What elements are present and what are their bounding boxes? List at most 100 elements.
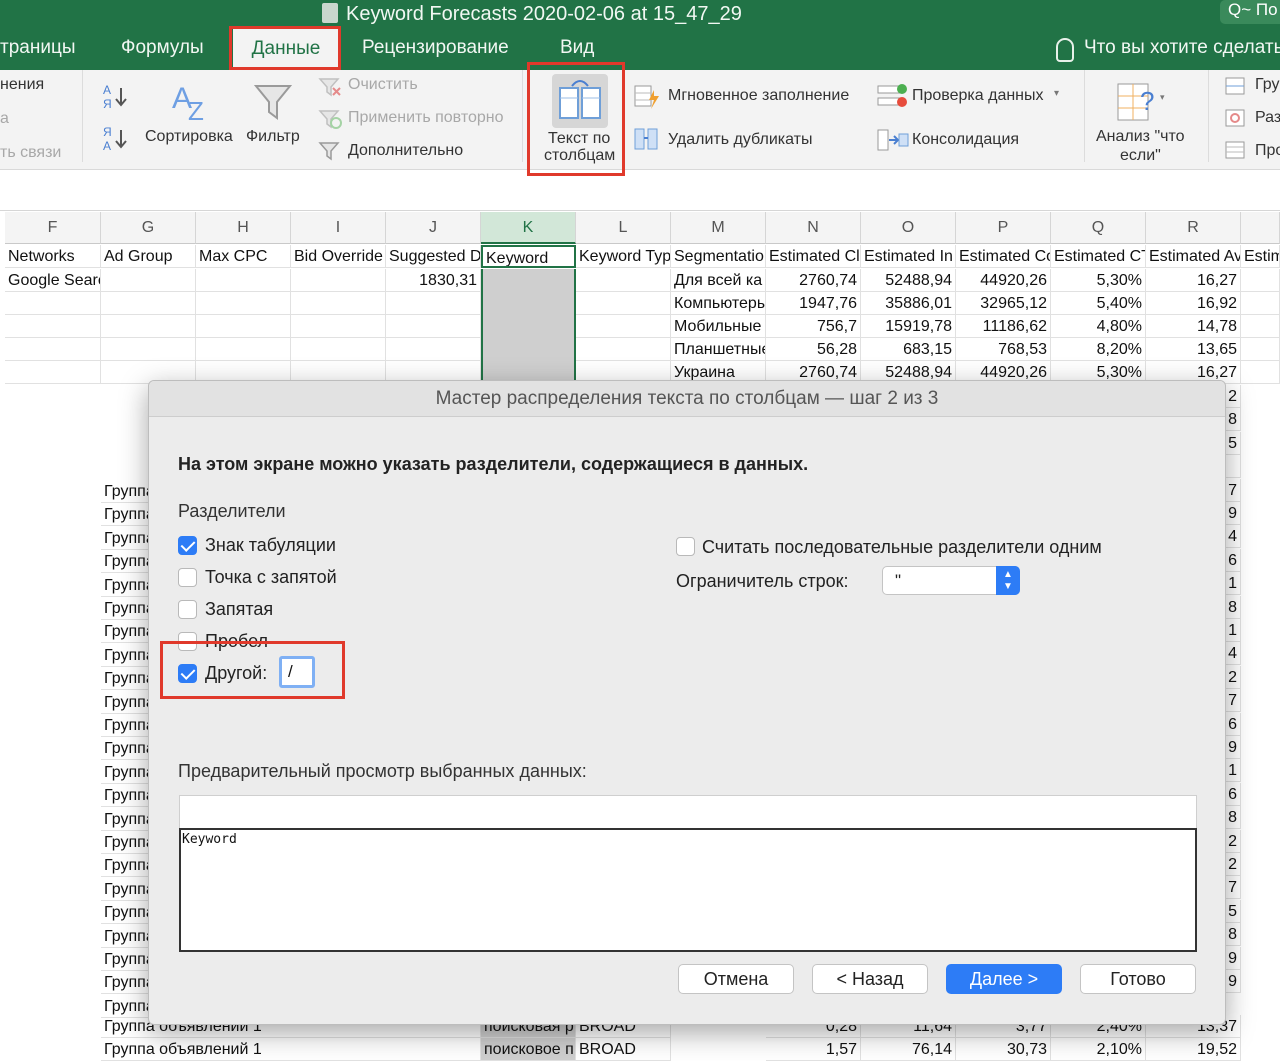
table-header-cell[interactable]: Keyword Typ xyxy=(576,245,671,268)
column-header[interactable]: R xyxy=(1146,212,1241,244)
sort-button[interactable]: Сортировка xyxy=(145,128,233,146)
text-qualifier-select[interactable]: " ▲ ▼ xyxy=(882,566,1020,595)
comma-delimiter-label[interactable]: Запятая xyxy=(205,599,273,620)
table-cell[interactable]: 16,27 xyxy=(1146,269,1241,292)
advanced-button[interactable]: Дополнительно xyxy=(348,142,463,160)
tab-formulas[interactable]: Формулы xyxy=(121,37,204,59)
what-if-analysis-icon[interactable]: ? ▾ xyxy=(1116,80,1166,126)
table-cell[interactable]: 756,7 xyxy=(766,315,861,338)
table-cell[interactable]: 768,53 xyxy=(956,338,1051,361)
table-cell[interactable] xyxy=(576,292,671,315)
table-cell[interactable]: Мобильные xyxy=(671,315,766,338)
ribbon-partial-label[interactable]: нения xyxy=(0,76,44,94)
column-header[interactable]: K xyxy=(481,212,576,244)
table-cell[interactable]: 683,15 xyxy=(861,338,956,361)
table-cell[interactable]: 52488,94 xyxy=(861,269,956,292)
table-cell[interactable]: 76,14 xyxy=(861,1038,956,1061)
column-header[interactable]: Q xyxy=(1051,212,1146,244)
column-header[interactable]: M xyxy=(671,212,766,244)
column-header[interactable]: P xyxy=(956,212,1051,244)
table-cell[interactable]: 14,78 xyxy=(1146,315,1241,338)
table-cell[interactable]: 32965,12 xyxy=(956,292,1051,315)
next-button[interactable]: Далее > xyxy=(946,964,1062,994)
table-header-cell[interactable]: Estimated CT xyxy=(1051,245,1146,268)
table-cell[interactable] xyxy=(5,338,101,361)
table-header-cell[interactable]: Suggested D xyxy=(386,245,481,268)
table-cell[interactable] xyxy=(1241,292,1280,315)
table-cell[interactable] xyxy=(291,315,386,338)
column-header[interactable]: F xyxy=(5,212,101,244)
table-header-cell[interactable]: Estimated In xyxy=(861,245,956,268)
table-cell[interactable] xyxy=(1241,338,1280,361)
column-header[interactable]: L xyxy=(576,212,671,244)
table-cell[interactable]: 8,20% xyxy=(1051,338,1146,361)
table-cell[interactable]: 4,80% xyxy=(1051,315,1146,338)
column-header[interactable]: O xyxy=(861,212,956,244)
table-cell[interactable] xyxy=(196,269,291,292)
tab-delimiter-checkbox[interactable] xyxy=(178,536,197,555)
table-cell[interactable] xyxy=(576,338,671,361)
table-cell[interactable]: 1,57 xyxy=(766,1038,861,1061)
filter-funnel-icon[interactable] xyxy=(253,82,293,122)
table-cell[interactable] xyxy=(576,269,671,292)
reapply-button[interactable]: Применить повторно xyxy=(348,109,504,127)
table-cell[interactable]: Для всей ка xyxy=(671,269,766,292)
table-cell[interactable]: 11186,62 xyxy=(956,315,1051,338)
table-cell[interactable] xyxy=(1241,269,1280,292)
subtotal-button[interactable]: Про xyxy=(1255,142,1280,160)
select-stepper-icon[interactable]: ▲ ▼ xyxy=(996,566,1020,595)
treat-consecutive-checkbox[interactable] xyxy=(676,537,695,556)
table-cell[interactable] xyxy=(101,269,196,292)
semicolon-delimiter-checkbox[interactable] xyxy=(178,568,197,587)
tab-delimiter-label[interactable]: Знак табуляции xyxy=(205,535,336,556)
clear-button[interactable]: Очистить xyxy=(348,76,418,94)
table-cell[interactable]: 5,40% xyxy=(1051,292,1146,315)
table-cell[interactable]: поисковое п xyxy=(481,1038,576,1061)
cancel-button[interactable]: Отмена xyxy=(678,964,794,994)
table-cell[interactable] xyxy=(101,315,196,338)
what-if-label-2[interactable]: если" xyxy=(1120,147,1161,165)
table-cell[interactable] xyxy=(291,292,386,315)
table-cell[interactable]: 1947,76 xyxy=(766,292,861,315)
table-cell[interactable] xyxy=(196,315,291,338)
ribbon-partial-label[interactable]: ть связи xyxy=(0,144,61,162)
flash-fill-button[interactable]: Мгновенное заполнение xyxy=(668,87,849,105)
filter-button[interactable]: Фильтр xyxy=(246,128,300,146)
data-preview-box[interactable]: Keyword xyxy=(179,828,1197,952)
table-cell[interactable] xyxy=(386,315,481,338)
column-header[interactable]: N xyxy=(766,212,861,244)
sort-az-icon[interactable]: AZ xyxy=(170,80,214,126)
table-cell[interactable] xyxy=(196,338,291,361)
table-cell[interactable]: 1830,31 xyxy=(386,269,481,292)
dialog-title[interactable]: Мастер распределения текста по столбцам … xyxy=(149,381,1225,417)
table-cell[interactable]: 2760,74 xyxy=(766,269,861,292)
table-cell[interactable]: 5,30% xyxy=(1051,269,1146,292)
table-cell[interactable]: Планшетные xyxy=(671,338,766,361)
tab-page-layout[interactable]: траницы xyxy=(0,37,75,59)
tab-view[interactable]: Вид xyxy=(560,37,594,59)
column-header[interactable] xyxy=(1241,212,1280,244)
table-cell[interactable]: 2,10% xyxy=(1051,1038,1146,1061)
back-button[interactable]: < Назад xyxy=(812,964,928,994)
table-cell[interactable]: 13,65 xyxy=(1146,338,1241,361)
table-header-cell[interactable]: Estim xyxy=(1241,245,1280,268)
table-cell[interactable] xyxy=(1241,315,1280,338)
table-cell[interactable]: 30,73 xyxy=(956,1038,1051,1061)
comma-delimiter-checkbox[interactable] xyxy=(178,600,197,619)
table-cell[interactable] xyxy=(291,338,386,361)
table-cell[interactable]: Группа объявлений 1 xyxy=(101,1038,481,1061)
ribbon-partial-label[interactable]: а xyxy=(0,110,9,128)
sort-descending-icon[interactable]: ЯА xyxy=(103,124,131,154)
table-cell[interactable]: 56,28 xyxy=(766,338,861,361)
table-cell[interactable] xyxy=(101,292,196,315)
table-cell[interactable] xyxy=(291,269,386,292)
treat-consecutive-label[interactable]: Считать последовательные разделители одн… xyxy=(702,537,1102,558)
group-button[interactable]: Гру xyxy=(1255,76,1279,94)
table-cell[interactable] xyxy=(101,338,196,361)
table-cell[interactable]: 44920,26 xyxy=(956,269,1051,292)
table-cell[interactable]: 35886,01 xyxy=(861,292,956,315)
column-header[interactable]: J xyxy=(386,212,481,244)
column-header[interactable]: G xyxy=(101,212,196,244)
table-header-cell[interactable]: Estimated Av xyxy=(1146,245,1241,268)
table-header-cell[interactable]: Estimated Cl xyxy=(766,245,861,268)
